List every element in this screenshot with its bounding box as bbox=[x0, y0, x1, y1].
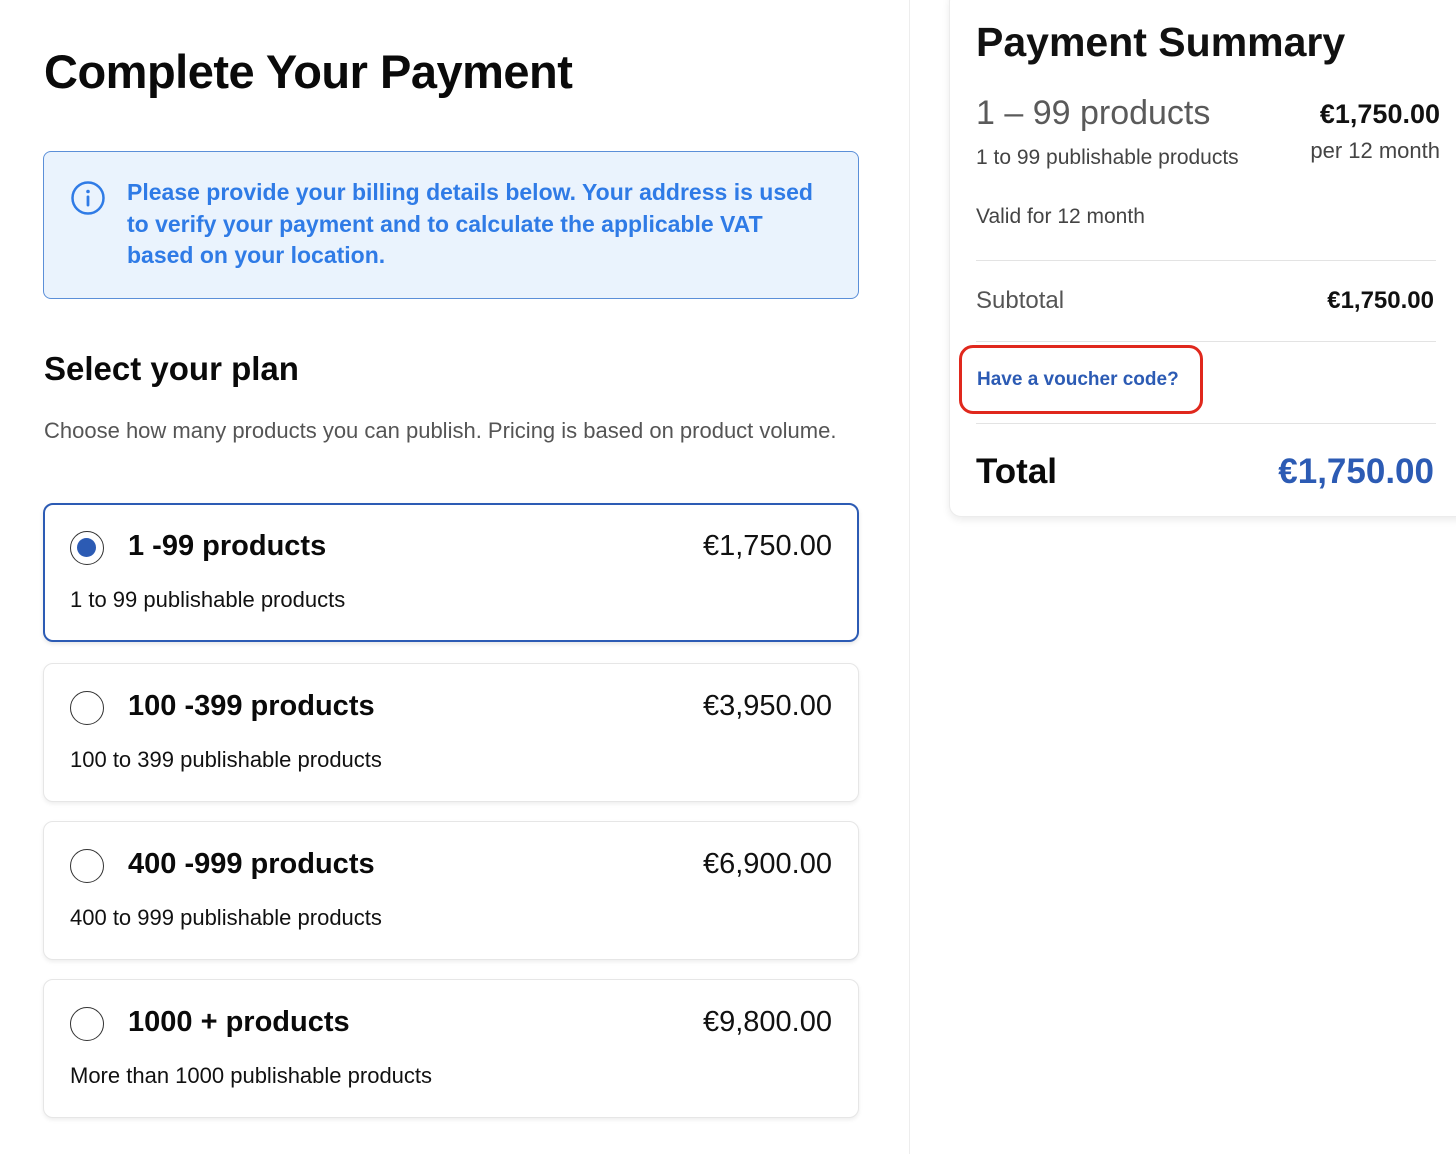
plan-option-400-999[interactable]: 400 -999 products €6,900.00 400 to 999 p… bbox=[43, 821, 859, 960]
plan-name: 1000 + products bbox=[128, 1006, 350, 1038]
summary-plan-description: 1 to 99 publishable products bbox=[976, 146, 1239, 169]
plan-description: 400 to 999 publishable products bbox=[70, 905, 382, 930]
plan-radio-selected[interactable] bbox=[70, 531, 104, 565]
radio-selected-dot bbox=[77, 538, 96, 557]
plan-radio[interactable] bbox=[70, 691, 104, 725]
voucher-highlight: Have a voucher code? bbox=[959, 345, 1203, 414]
page-title: Complete Your Payment bbox=[44, 45, 573, 98]
voucher-code-link[interactable]: Have a voucher code? bbox=[977, 369, 1179, 391]
info-circle-icon bbox=[71, 181, 105, 215]
plan-name: 1 -99 products bbox=[128, 530, 327, 562]
summary-divider bbox=[976, 341, 1436, 342]
summary-plan-name: 1 – 99 products bbox=[976, 94, 1211, 132]
plan-name: 400 -999 products bbox=[128, 848, 375, 880]
subtotal-label: Subtotal bbox=[976, 287, 1065, 314]
payment-form-panel: Complete Your Payment Please provide you… bbox=[0, 0, 910, 1154]
plan-section-title: Select your plan bbox=[44, 350, 299, 387]
plan-option-1000-plus[interactable]: 1000 + products €9,800.00 More than 1000… bbox=[43, 979, 859, 1118]
summary-divider bbox=[976, 423, 1436, 424]
summary-divider bbox=[976, 260, 1436, 261]
plan-description: 1 to 99 publishable products bbox=[70, 587, 346, 612]
plan-price: €1,750.00 bbox=[702, 530, 832, 562]
plan-option-1-99[interactable]: 1 -99 products €1,750.00 1 to 99 publish… bbox=[43, 503, 859, 642]
plan-description: More than 1000 publishable products bbox=[70, 1063, 433, 1088]
summary-plan-price: €1,750.00 bbox=[1319, 99, 1440, 129]
total-label: Total bbox=[976, 452, 1058, 491]
summary-validity: Valid for 12 month bbox=[976, 205, 1145, 228]
payment-summary-card: Payment Summary 1 – 99 products 1 to 99 … bbox=[949, 0, 1456, 517]
subtotal-value: €1,750.00 bbox=[1327, 287, 1434, 314]
total-value: €1,750.00 bbox=[1278, 452, 1434, 491]
plan-price: €6,900.00 bbox=[702, 848, 832, 880]
summary-title: Payment Summary bbox=[976, 19, 1346, 65]
plan-price: €9,800.00 bbox=[702, 1006, 832, 1038]
plan-description: 100 to 399 publishable products bbox=[70, 747, 382, 772]
plan-section-description: Choose how many products you can publish… bbox=[44, 418, 837, 443]
billing-info-text: Please provide your billing details belo… bbox=[127, 179, 813, 268]
plan-radio[interactable] bbox=[70, 849, 104, 883]
plan-radio[interactable] bbox=[70, 1007, 104, 1041]
billing-info-notice: Please provide your billing details belo… bbox=[43, 151, 859, 299]
summary-billing-period: per 12 month bbox=[1310, 138, 1440, 163]
plan-option-100-399[interactable]: 100 -399 products €3,950.00 100 to 399 p… bbox=[43, 663, 859, 802]
plan-name: 100 -399 products bbox=[128, 690, 375, 722]
plan-price: €3,950.00 bbox=[702, 690, 832, 722]
